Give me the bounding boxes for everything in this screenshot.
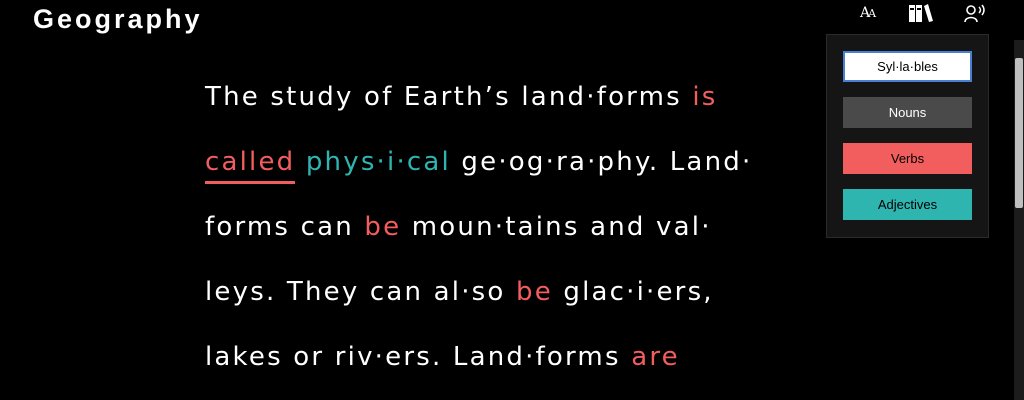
verbs-button[interactable]: Verbs <box>843 143 972 174</box>
vertical-scrollbar[interactable] <box>1014 40 1024 400</box>
passage-text: glac·i·ers, <box>552 277 714 307</box>
text-size-big: A <box>859 5 870 21</box>
read-aloud-icon <box>964 4 985 23</box>
verb-word[interactable]: is <box>692 82 717 112</box>
passage-line-4: leys. They can al·so be glac·i·ers, <box>205 260 825 325</box>
passage-line-1: The study of Earth’s land·forms is <box>205 65 825 130</box>
scrollbar-thumb[interactable] <box>1015 58 1023 208</box>
reading-passage: The study of Earth’s land·forms is calle… <box>205 65 825 390</box>
adjective-word[interactable]: phys·i·cal <box>306 147 451 177</box>
passage-text: lakes or riv·ers. Land·forms <box>205 342 632 372</box>
toolbar: AA <box>853 0 989 26</box>
verb-word[interactable]: be <box>364 212 401 242</box>
passage-text: leys. They can al·so <box>205 277 516 307</box>
verb-word[interactable]: are <box>631 342 680 372</box>
passage-text: forms can <box>205 212 365 242</box>
passage-line-3: forms can be moun·tains and val· <box>205 195 825 260</box>
nouns-button[interactable]: Nouns <box>843 97 972 128</box>
text-size-small: A <box>868 7 876 20</box>
passage-line-5: lakes or riv·ers. Land·forms are <box>205 325 825 390</box>
passage-text: ge·og·ra·phy. Land· <box>450 147 753 177</box>
adjectives-button[interactable]: Adjectives <box>843 189 972 220</box>
syllables-button[interactable]: Syl·la·bles <box>843 51 972 82</box>
current-word-underlined[interactable]: called <box>205 147 296 184</box>
page-title: Geography <box>33 4 203 34</box>
passage-line-2: called phys·i·cal ge·og·ra·phy. Land· <box>205 130 825 195</box>
verb-word[interactable]: be <box>516 277 553 307</box>
text-size-button[interactable]: AA <box>853 1 881 25</box>
text-size-icon: AA <box>859 5 876 21</box>
passage-text: The study of Earth’s land·forms <box>205 82 693 112</box>
library-icon <box>909 4 933 22</box>
library-button[interactable] <box>907 1 935 25</box>
passage-text <box>295 147 305 177</box>
grammar-tools-panel: Syl·la·bles Nouns Verbs Adjectives <box>826 34 989 238</box>
read-aloud-button[interactable] <box>961 1 989 25</box>
passage-text: moun·tains and val· <box>401 212 712 242</box>
